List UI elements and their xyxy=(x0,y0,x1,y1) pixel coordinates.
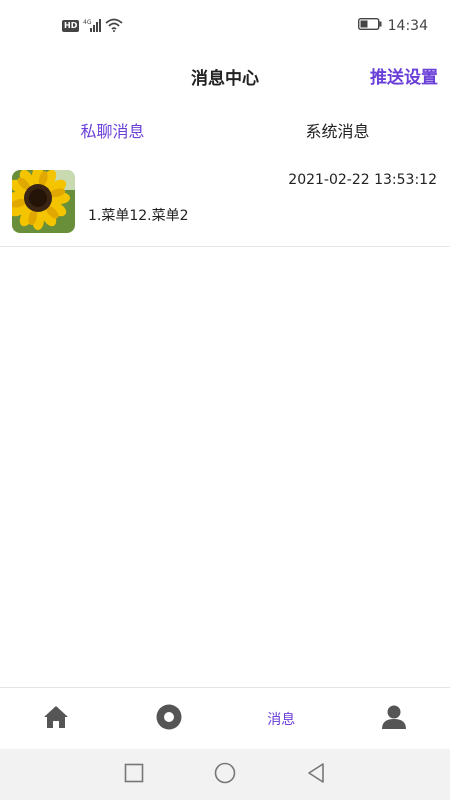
header: 消息中心 推送设置 xyxy=(0,52,450,98)
status-left-indicators: HD 4G xyxy=(62,16,123,36)
hd-badge: HD xyxy=(62,20,80,32)
system-nav-bar xyxy=(0,749,450,800)
back-triangle-icon xyxy=(306,762,326,788)
discover-icon xyxy=(156,704,182,734)
tabbar-home[interactable] xyxy=(0,688,113,750)
message-preview: 1.菜单12.菜单2 xyxy=(88,208,189,224)
back-button[interactable] xyxy=(306,762,326,788)
wifi-icon xyxy=(105,17,123,36)
signal-icon: 4G xyxy=(83,17,102,36)
status-bar: HD 4G 14:34 xyxy=(0,0,450,52)
status-time: 14:34 xyxy=(387,18,428,34)
tab-private-messages[interactable]: 私聊消息 xyxy=(0,112,225,156)
sunflower-avatar xyxy=(12,170,75,233)
tabbar-messages[interactable]: 消息 xyxy=(225,688,338,750)
user-icon xyxy=(381,704,407,734)
tabbar-discover[interactable] xyxy=(113,688,226,750)
list-item[interactable]: 2021-02-22 13:53:12 1.菜单12.菜单2 xyxy=(0,160,450,247)
network-type-label: 4G xyxy=(83,19,92,26)
tabbar-profile[interactable] xyxy=(338,688,450,750)
tab-system-messages[interactable]: 系统消息 xyxy=(225,112,450,156)
status-right-indicators: 14:34 xyxy=(357,16,428,36)
recents-button[interactable] xyxy=(124,763,144,787)
bottom-tabbar: 消息 xyxy=(0,687,450,749)
tabbar-messages-label: 消息 xyxy=(267,712,296,728)
battery-icon xyxy=(357,17,382,34)
push-settings-button[interactable]: 推送设置 xyxy=(370,63,438,88)
square-icon xyxy=(124,763,144,787)
circle-icon xyxy=(214,762,236,788)
message-tabs: 私聊消息 系统消息 xyxy=(0,112,450,156)
home-nav-button[interactable] xyxy=(214,762,236,788)
home-icon xyxy=(43,705,69,733)
message-list: 2021-02-22 13:53:12 1.菜单12.菜单2 xyxy=(0,160,450,247)
message-timestamp: 2021-02-22 13:53:12 xyxy=(288,172,437,188)
